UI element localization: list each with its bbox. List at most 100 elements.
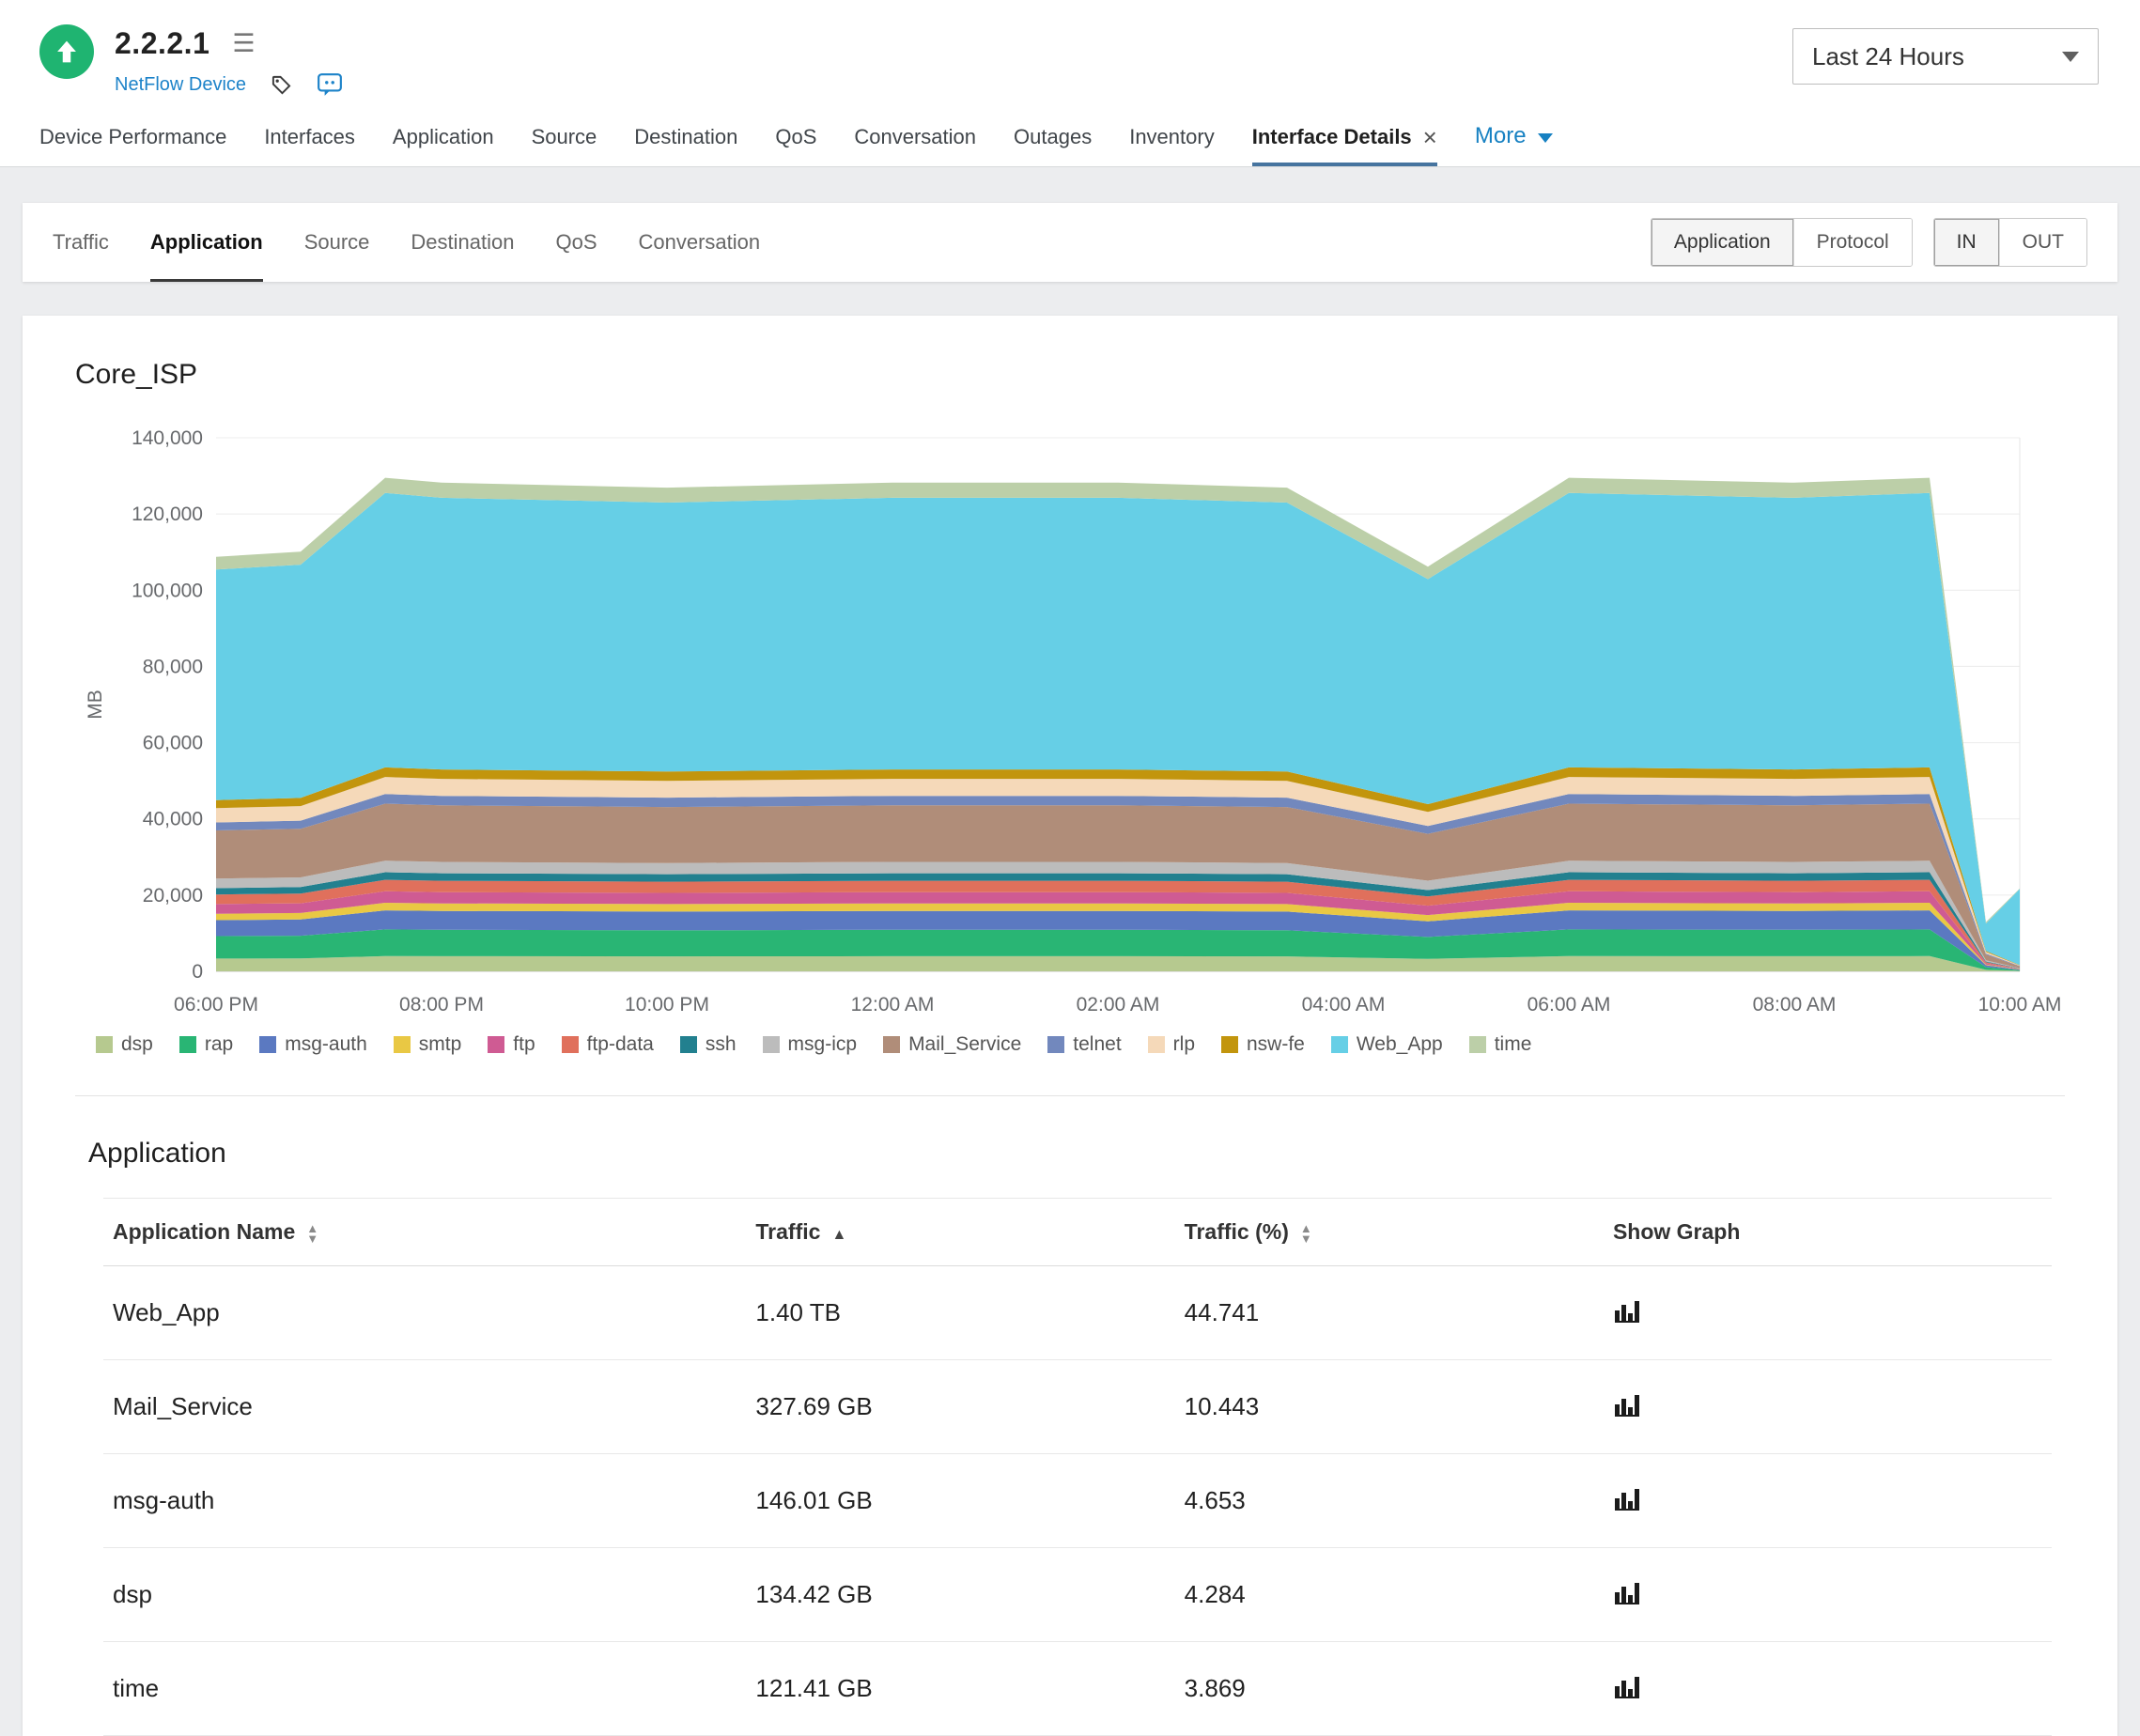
- time-range-select[interactable]: Last 24 Hours: [1792, 28, 2099, 85]
- interface-details-panel: Core_ISP 0 20,000 40,000 60,000 80,000 100,00…: [23, 316, 2117, 1736]
- sub-tab-traffic[interactable]: Traffic: [53, 203, 109, 282]
- legend-item-smtp: smtp: [393, 1033, 461, 1056]
- legend-swatch: [1330, 1036, 1348, 1053]
- device-type-link[interactable]: NetFlow Device: [115, 74, 246, 96]
- toggle-protocol[interactable]: Protocol: [1792, 219, 1912, 266]
- legend-swatch: [883, 1036, 901, 1053]
- sub-tab-qos[interactable]: QoS: [555, 203, 597, 282]
- traffic-cell: 146.01 GB: [746, 1453, 1175, 1548]
- svg-text:80,000: 80,000: [143, 656, 203, 677]
- svg-text:12:00 AM: 12:00 AM: [851, 994, 935, 1015]
- column-header-traffic-[interactable]: Traffic (%) ▲ ▼: [1174, 1198, 1604, 1266]
- main-tab-conversation[interactable]: Conversation: [854, 125, 976, 166]
- sub-tab-application[interactable]: Application: [149, 203, 263, 282]
- page-content: Traffic Application Source Destination QoS Co…: [0, 167, 2140, 1736]
- chart-legend: dsp rap msg-auth smtp ftp ftp-data ssh msg-icp M…: [96, 1033, 2065, 1056]
- table-row: time 121.41 GB 3.869: [103, 1641, 2052, 1736]
- legend-swatch: [178, 1036, 196, 1053]
- svg-text:60,000: 60,000: [143, 733, 203, 754]
- main-tab-source[interactable]: Source: [532, 125, 597, 166]
- column-label: Application Name: [113, 1219, 296, 1244]
- svg-text:08:00 AM: 08:00 AM: [1753, 994, 1837, 1015]
- traffic-pct-cell: 3.869: [1174, 1641, 1604, 1736]
- bar-chart-icon[interactable]: [1613, 1483, 1645, 1518]
- show-graph-cell: [1603, 1453, 2052, 1548]
- main-tab-label: Source: [531, 125, 597, 148]
- legend-item-rap: rap: [178, 1033, 233, 1056]
- application-name-cell: Mail_Service: [103, 1359, 747, 1454]
- view-toggles: Application Protocol IN OUT: [1650, 203, 2087, 282]
- traffic-cell: 327.69 GB: [746, 1359, 1175, 1454]
- main-tab-label: Device Performance: [39, 125, 227, 148]
- application-name-cell: dsp: [103, 1547, 747, 1642]
- svg-text:20,000: 20,000: [143, 885, 203, 907]
- main-tab-destination[interactable]: Destination: [634, 125, 737, 166]
- svg-text:MB: MB: [85, 690, 106, 720]
- main-tab-inventory[interactable]: Inventory: [1129, 125, 1215, 166]
- main-tab-application[interactable]: Application: [393, 125, 494, 166]
- column-label: Show Graph: [1612, 1219, 1741, 1244]
- tab-close-icon[interactable]: ×: [1423, 125, 1437, 149]
- sub-tab-source[interactable]: Source: [304, 203, 370, 282]
- main-tab-qos[interactable]: QoS: [775, 125, 816, 166]
- svg-text:140,000: 140,000: [132, 427, 203, 449]
- main-tab-interface-details[interactable]: Interface Details ×: [1251, 125, 1437, 166]
- bar-chart-icon[interactable]: [1613, 1671, 1645, 1706]
- table-row: dsp 134.42 GB 4.284: [103, 1547, 2052, 1642]
- chart-title: Core_ISP: [75, 359, 198, 390]
- device-brand: 2.2.2.1 ☰ NetFlow Device: [39, 24, 2101, 97]
- show-graph-cell: [1603, 1359, 2052, 1454]
- application-name-cell: time: [103, 1641, 747, 1736]
- legend-item-ssh: ssh: [679, 1033, 737, 1056]
- toggle-in[interactable]: IN: [1933, 219, 1999, 266]
- sort-asc-icon[interactable]: ▲: [831, 1227, 846, 1243]
- sub-tab-conversation[interactable]: Conversation: [639, 203, 761, 282]
- column-header-application-name[interactable]: Application Name ▲ ▼: [103, 1198, 747, 1266]
- legend-label: ssh: [705, 1033, 737, 1055]
- legend-item-rlp: rlp: [1147, 1033, 1195, 1056]
- bar-chart-icon[interactable]: [1613, 1295, 1645, 1330]
- legend-label: Mail_Service: [908, 1033, 1022, 1055]
- show-graph-cell: [1603, 1547, 2052, 1642]
- toggle-out[interactable]: OUT: [1998, 219, 2086, 266]
- traffic-pct-cell: 44.741: [1174, 1265, 1604, 1360]
- legend-swatch: [762, 1036, 780, 1053]
- main-tab-more[interactable]: More: [1475, 123, 1553, 166]
- svg-text:10:00 PM: 10:00 PM: [625, 994, 709, 1015]
- bar-chart-icon[interactable]: [1613, 1389, 1645, 1424]
- main-tab-outages[interactable]: Outages: [1014, 125, 1092, 166]
- tag-icon[interactable]: [271, 74, 292, 96]
- svg-text:04:00 AM: 04:00 AM: [1302, 994, 1386, 1015]
- legend-item-mail-service: Mail_Service: [883, 1033, 1021, 1056]
- legend-swatch: [96, 1036, 113, 1053]
- column-header-show-graph: Show Graph: [1603, 1198, 2052, 1266]
- main-tab-interfaces[interactable]: Interfaces: [264, 125, 355, 166]
- table-title: Application: [88, 1138, 226, 1169]
- more-label: More: [1474, 123, 1527, 148]
- main-tab-label: Outages: [1014, 125, 1093, 148]
- svg-text:10:00 AM: 10:00 AM: [1978, 994, 2062, 1015]
- sub-tab-destination[interactable]: Destination: [411, 203, 514, 282]
- sort-icon[interactable]: ▲ ▼: [306, 1222, 318, 1245]
- legend-swatch: [679, 1036, 697, 1053]
- legend-swatch: [1468, 1036, 1486, 1053]
- main-tab-label: Application: [392, 125, 494, 148]
- column-label: Traffic (%): [1184, 1219, 1289, 1244]
- column-header-traffic[interactable]: Traffic ▲: [746, 1198, 1175, 1266]
- traffic-cell: 1.40 TB: [746, 1265, 1175, 1360]
- toggle-application[interactable]: Application: [1651, 219, 1793, 266]
- legend-swatch: [259, 1036, 277, 1053]
- legend-label: nsw-fe: [1247, 1033, 1305, 1055]
- bar-chart-icon[interactable]: [1613, 1577, 1645, 1612]
- legend-item-msg-icp: msg-icp: [762, 1033, 858, 1056]
- show-graph-cell: [1603, 1265, 2052, 1360]
- main-tab-device-performance[interactable]: Device Performance: [39, 125, 226, 166]
- svg-text:100,000: 100,000: [132, 580, 203, 601]
- column-label: Traffic: [755, 1219, 821, 1244]
- main-tab-label: Conversation: [854, 125, 977, 148]
- annotation-icon[interactable]: [317, 72, 343, 97]
- sort-icon[interactable]: ▲ ▼: [1300, 1222, 1312, 1245]
- menu-icon[interactable]: ☰: [232, 29, 255, 58]
- table-row: Mail_Service 327.69 GB 10.443: [103, 1359, 2052, 1454]
- legend-label: msg-icp: [787, 1033, 858, 1055]
